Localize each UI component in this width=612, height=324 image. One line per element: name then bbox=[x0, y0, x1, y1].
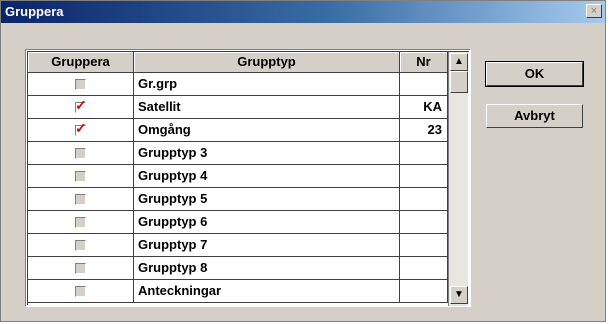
table-row[interactable]: Grupptyp 3 bbox=[28, 142, 448, 165]
scroll-thumb[interactable] bbox=[450, 71, 468, 93]
nr-cell[interactable] bbox=[400, 188, 448, 211]
nr-cell[interactable] bbox=[400, 165, 448, 188]
table-row[interactable]: Grupptyp 8 bbox=[28, 257, 448, 280]
grouping-table: Gruppera Grupptyp Nr Gr.grp ✓ Satellit KA ✓ O… bbox=[25, 49, 471, 307]
grupptyp-cell[interactable]: Omgång bbox=[134, 119, 400, 142]
dialog-title: Gruppera bbox=[5, 4, 64, 19]
nr-cell[interactable] bbox=[400, 211, 448, 234]
vertical-scrollbar[interactable]: ▲ ▼ bbox=[448, 52, 468, 306]
gruppera-checkbox[interactable] bbox=[75, 194, 86, 205]
grupptyp-cell[interactable]: Gr.grp bbox=[134, 73, 400, 96]
nr-cell[interactable] bbox=[400, 142, 448, 165]
nr-cell[interactable]: 23 bbox=[400, 119, 448, 142]
close-button[interactable]: × bbox=[586, 4, 602, 18]
gruppera-checkbox[interactable] bbox=[75, 148, 86, 159]
gruppera-cell: ✓ bbox=[28, 96, 134, 119]
grupptyp-cell[interactable]: Satellit bbox=[134, 96, 400, 119]
table-row[interactable]: Grupptyp 5 bbox=[28, 188, 448, 211]
column-header-grupptyp[interactable]: Grupptyp bbox=[134, 52, 400, 73]
gruppera-checkbox[interactable] bbox=[75, 79, 86, 90]
gruppera-checkbox[interactable] bbox=[75, 263, 86, 274]
gruppera-cell bbox=[28, 188, 134, 211]
gruppera-cell bbox=[28, 257, 134, 280]
scroll-down-button[interactable]: ▼ bbox=[450, 286, 468, 304]
grupptyp-cell[interactable]: Grupptyp 3 bbox=[134, 142, 400, 165]
close-icon: × bbox=[590, 5, 598, 17]
gruppera-checkbox[interactable] bbox=[75, 217, 86, 228]
gruppera-cell bbox=[28, 165, 134, 188]
table-row[interactable]: Grupptyp 4 bbox=[28, 165, 448, 188]
column-header-nr[interactable]: Nr bbox=[400, 52, 448, 73]
table-row[interactable]: Gr.grp bbox=[28, 73, 448, 96]
nr-cell[interactable] bbox=[400, 73, 448, 96]
gruppera-cell bbox=[28, 234, 134, 257]
arrow-up-icon: ▲ bbox=[454, 56, 464, 67]
column-header-gruppera[interactable]: Gruppera bbox=[28, 52, 134, 73]
table-row[interactable]: Grupptyp 6 bbox=[28, 211, 448, 234]
gruppera-cell bbox=[28, 211, 134, 234]
checkmark-icon: ✓ bbox=[75, 97, 87, 113]
ok-button[interactable]: OK bbox=[485, 61, 584, 87]
nr-cell[interactable] bbox=[400, 234, 448, 257]
scroll-up-button[interactable]: ▲ bbox=[450, 53, 468, 71]
nr-cell[interactable] bbox=[400, 280, 448, 303]
table-row[interactable]: ✓ Satellit KA bbox=[28, 96, 448, 119]
gruppera-cell bbox=[28, 73, 134, 96]
dialog-window: Gruppera × Gruppera Grupptyp Nr Gr.grp ✓ S… bbox=[0, 0, 606, 322]
grupptyp-cell[interactable]: Grupptyp 6 bbox=[134, 211, 400, 234]
gruppera-checkbox[interactable]: ✓ bbox=[75, 121, 87, 136]
cancel-button[interactable]: Avbryt bbox=[486, 104, 583, 128]
arrow-down-icon: ▼ bbox=[454, 289, 464, 300]
grupptyp-cell[interactable]: Grupptyp 8 bbox=[134, 257, 400, 280]
gruppera-checkbox[interactable] bbox=[75, 286, 86, 297]
nr-cell[interactable]: KA bbox=[400, 96, 448, 119]
gruppera-checkbox[interactable] bbox=[75, 171, 86, 182]
gruppera-cell bbox=[28, 142, 134, 165]
table-body: Gruppera Grupptyp Nr Gr.grp ✓ Satellit KA ✓ O… bbox=[27, 51, 469, 306]
checkmark-icon: ✓ bbox=[75, 120, 87, 136]
table-row[interactable]: Anteckningar bbox=[28, 280, 448, 303]
gruppera-checkbox[interactable] bbox=[75, 240, 86, 251]
grupptyp-cell[interactable]: Anteckningar bbox=[134, 280, 400, 303]
grupptyp-cell[interactable]: Grupptyp 5 bbox=[134, 188, 400, 211]
nr-cell[interactable] bbox=[400, 257, 448, 280]
table-row[interactable]: Grupptyp 7 bbox=[28, 234, 448, 257]
gruppera-cell bbox=[28, 280, 134, 303]
gruppera-checkbox[interactable]: ✓ bbox=[75, 98, 87, 113]
grupptyp-cell[interactable]: Grupptyp 7 bbox=[134, 234, 400, 257]
grupptyp-cell[interactable]: Grupptyp 4 bbox=[134, 165, 400, 188]
table-row[interactable]: ✓ Omgång 23 bbox=[28, 119, 448, 142]
gruppera-cell: ✓ bbox=[28, 119, 134, 142]
title-bar[interactable]: Gruppera × bbox=[1, 1, 605, 23]
